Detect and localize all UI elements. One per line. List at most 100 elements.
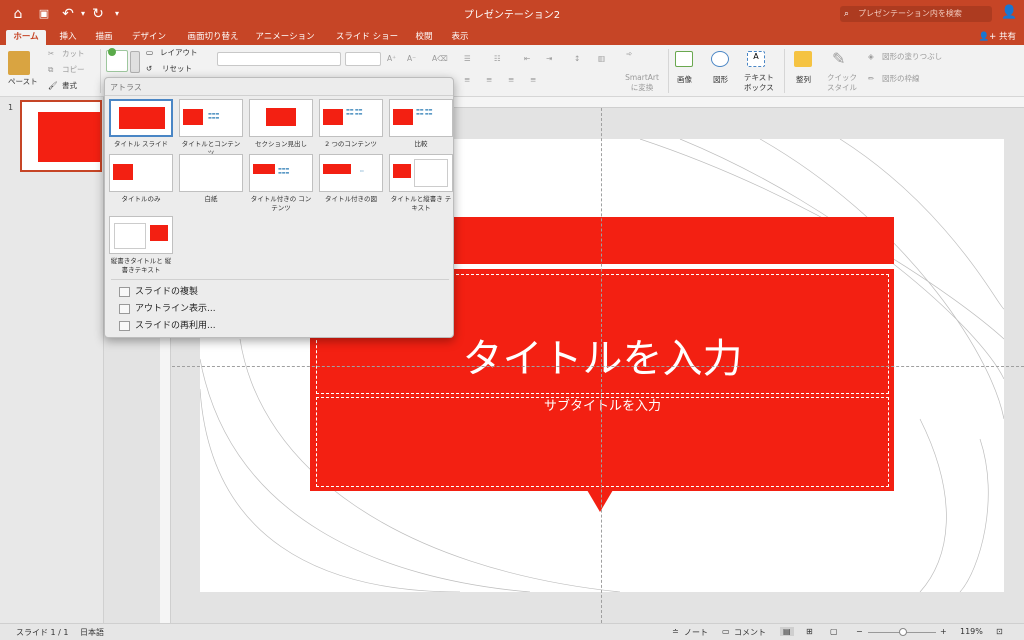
- shapes-button[interactable]: 図形: [713, 75, 728, 85]
- layout-title-content[interactable]: ▬▬▬ ▬▬▬ タイトルとコンテンツ: [179, 99, 243, 158]
- line-spacing-icon[interactable]: ↕: [574, 54, 580, 64]
- cut-button[interactable]: カット: [62, 49, 85, 59]
- layout-preview: ▬▬▬ ▬▬▬: [249, 154, 313, 192]
- layout-two-content[interactable]: ▬▬ ▬▬ ▬▬ ▬▬ 2 つのコンテンツ: [319, 99, 383, 149]
- layout-preview: [389, 154, 453, 192]
- slide-subtitle[interactable]: サブタイトルを入力: [316, 398, 889, 416]
- textbox-icon[interactable]: A: [747, 51, 765, 67]
- tab-animations[interactable]: アニメーション: [252, 30, 318, 45]
- language-indicator[interactable]: 日本語: [80, 627, 104, 638]
- comments-icon[interactable]: ▭: [722, 627, 730, 636]
- align-right-icon[interactable]: ≡: [508, 75, 514, 85]
- tab-design[interactable]: デザイン: [126, 30, 172, 45]
- reading-view-icon[interactable]: ▢: [830, 627, 838, 636]
- comments-button[interactable]: コメント: [734, 627, 766, 638]
- shapes-icon[interactable]: [711, 51, 729, 67]
- quick-style-button[interactable]: クイック スタイル: [826, 73, 858, 93]
- menu-label: アウトライン表示...: [135, 304, 216, 314]
- layout-title-vertical-text[interactable]: タイトルと縦書き テキスト: [389, 154, 453, 213]
- zoom-out-icon[interactable]: −: [856, 627, 863, 636]
- layout-preview: [179, 154, 243, 192]
- search-input[interactable]: ⌕ プレゼンテーション内を検索: [840, 6, 992, 22]
- numbering-icon[interactable]: ☷: [494, 54, 501, 64]
- copy-button[interactable]: コピー: [62, 65, 85, 75]
- layout-vertical-title-text[interactable]: 縦書きタイトルと 縦書きテキスト: [109, 216, 173, 275]
- tab-transitions[interactable]: 画面切り替え: [180, 30, 246, 45]
- vertical-guide[interactable]: [601, 108, 602, 623]
- tab-review[interactable]: 校閲: [410, 30, 438, 45]
- smartart-button[interactable]: SmartArt に変換: [624, 73, 660, 93]
- decrease-indent-icon[interactable]: ⇤: [524, 54, 530, 64]
- increase-indent-icon[interactable]: ⇥: [546, 54, 552, 64]
- format-painter-icon[interactable]: 🖌: [48, 81, 58, 91]
- ribbon-divider: [668, 49, 669, 93]
- slide-sorter-icon[interactable]: ⊞: [806, 627, 813, 636]
- tab-slideshow[interactable]: スライド ショー: [328, 30, 406, 45]
- smartart-icon[interactable]: ➾: [626, 49, 632, 59]
- align-left-icon[interactable]: ≡: [464, 75, 470, 85]
- duplicate-slide-item[interactable]: スライドの複製: [119, 285, 198, 299]
- fit-slide-icon[interactable]: ⊡: [996, 627, 1003, 636]
- gallery-divider: [105, 95, 453, 96]
- layout-label: 2 つのコンテンツ: [325, 140, 377, 148]
- cut-icon[interactable]: ✂: [48, 49, 54, 59]
- tab-insert[interactable]: 挿入: [54, 30, 82, 45]
- columns-icon[interactable]: ▥: [598, 54, 605, 64]
- paste-icon[interactable]: [8, 51, 30, 75]
- clear-format-icon[interactable]: A⌫: [432, 54, 448, 64]
- increase-font-icon[interactable]: A⁺: [387, 54, 396, 64]
- align-center-icon[interactable]: ≡: [486, 75, 492, 85]
- copy-icon[interactable]: ⧉: [48, 65, 53, 75]
- paste-button[interactable]: ペースト: [8, 77, 38, 87]
- notes-button[interactable]: ノート: [684, 627, 708, 638]
- layout-preview: ▭: [319, 154, 383, 192]
- layout-picture-with-caption[interactable]: ▭ タイトル付きの図: [319, 154, 383, 204]
- gallery-theme-name: アトラス: [110, 83, 142, 92]
- layout-comparison[interactable]: ▬▬ ▬▬ ▬▬ ▬▬ 比較: [389, 99, 453, 149]
- outline-view-item[interactable]: アウトライン表示...: [119, 302, 216, 316]
- search-icon: ⌕: [844, 9, 850, 19]
- layout-title-slide[interactable]: タイトル スライド: [109, 99, 173, 149]
- layout-blank[interactable]: 白紙: [179, 154, 243, 204]
- slide-thumbnail[interactable]: [20, 100, 102, 172]
- layout-label: セクション見出し: [255, 140, 307, 148]
- textbox-button[interactable]: テキスト ボックス: [744, 73, 774, 93]
- reuse-slides-item[interactable]: スライドの再利用...: [119, 319, 216, 333]
- layout-title-only[interactable]: タイトルのみ: [109, 154, 173, 204]
- layout-section-header[interactable]: セクション見出し: [249, 99, 313, 149]
- picture-icon[interactable]: [675, 51, 693, 67]
- tab-view[interactable]: 表示: [446, 30, 474, 45]
- layout-content-with-caption[interactable]: ▬▬▬ ▬▬▬ タイトル付きの コンテンツ: [249, 154, 313, 213]
- layout-button[interactable]: レイアウト: [160, 48, 198, 58]
- reset-button[interactable]: リセット: [162, 64, 192, 74]
- justify-icon[interactable]: ≡: [530, 75, 536, 85]
- tab-home[interactable]: ホーム: [6, 30, 46, 45]
- decrease-font-icon[interactable]: A⁻: [407, 54, 416, 64]
- gallery-menu-divider: [111, 279, 449, 280]
- font-name-select[interactable]: [217, 52, 341, 66]
- shape-outline-button[interactable]: 図形の枠線: [882, 74, 920, 84]
- account-icon[interactable]: 👤: [1001, 5, 1017, 23]
- share-label: 共有: [998, 32, 1016, 42]
- format-painter-button[interactable]: 書式: [62, 81, 77, 91]
- shape-fill-button[interactable]: 図形の塗りつぶし: [882, 52, 942, 62]
- layout-preview: [109, 99, 173, 137]
- zoom-level[interactable]: 119%: [960, 627, 983, 636]
- arrange-icon[interactable]: [794, 51, 812, 67]
- picture-button[interactable]: 画像: [677, 75, 692, 85]
- share-button[interactable]: 👤+ 共有: [979, 30, 1016, 45]
- notes-icon[interactable]: ≐: [672, 627, 679, 636]
- ribbon-divider: [100, 49, 101, 93]
- bullets-icon[interactable]: ☰: [464, 54, 471, 64]
- quick-style-icon[interactable]: ✎: [832, 49, 845, 69]
- horizontal-guide[interactable]: [172, 366, 1024, 367]
- zoom-slider-handle[interactable]: [899, 628, 907, 636]
- font-size-select[interactable]: [345, 52, 381, 66]
- zoom-in-icon[interactable]: +: [940, 627, 947, 636]
- tab-draw[interactable]: 描画: [90, 30, 118, 45]
- layout-label: タイトルのみ: [121, 195, 161, 203]
- new-slide-dropdown[interactable]: [130, 51, 140, 73]
- arrange-button[interactable]: 整列: [796, 75, 811, 85]
- slide-title[interactable]: タイトルを入力: [316, 335, 889, 383]
- normal-view-icon[interactable]: ▤: [780, 627, 794, 636]
